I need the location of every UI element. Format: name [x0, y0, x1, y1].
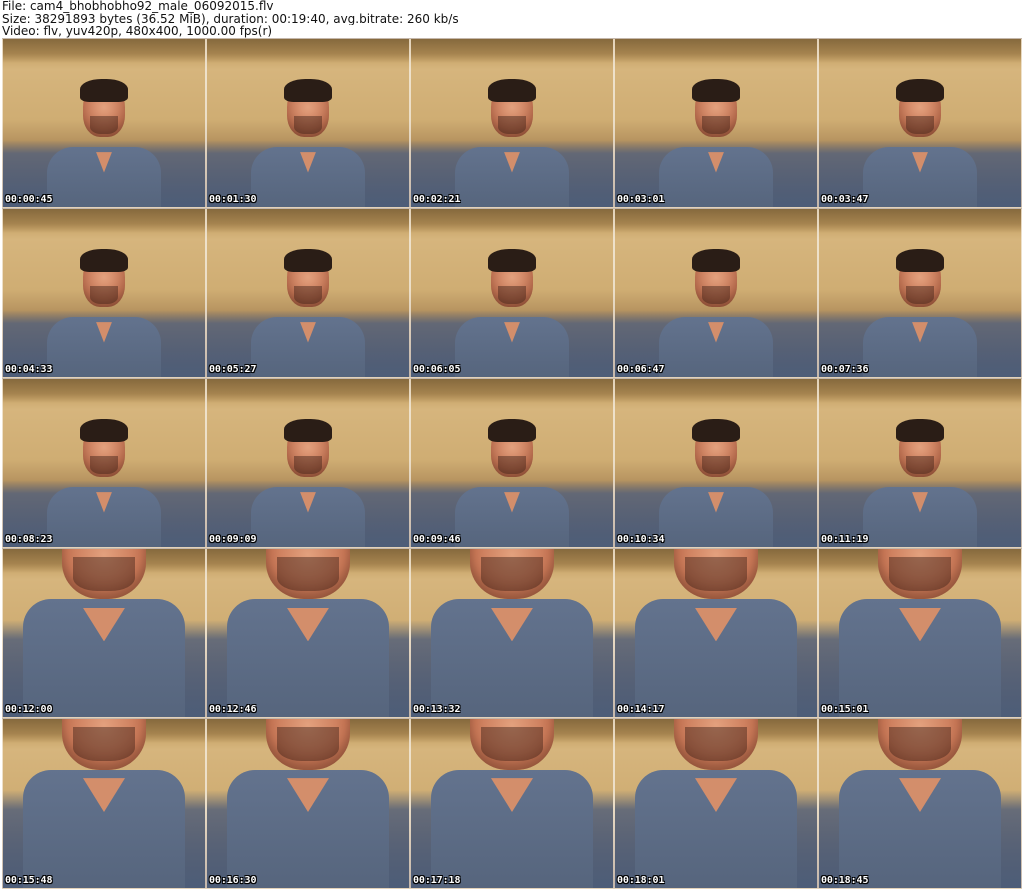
person-figure [455, 79, 569, 207]
timestamp-label: 00:05:27 [209, 364, 257, 375]
person-figure [47, 79, 161, 207]
thumbnail-19: 00:14:17 [614, 548, 818, 718]
timestamp-label: 00:17:18 [413, 875, 461, 886]
thumbnail-3: 00:02:21 [410, 38, 614, 208]
person-figure [839, 549, 1001, 717]
timestamp-label: 00:12:00 [5, 704, 53, 715]
timestamp-label: 00:14:17 [617, 704, 665, 715]
timestamp-label: 00:06:05 [413, 364, 461, 375]
video-info-line: Video: flv, yuv420p, 480x400, 1000.00 fp… [2, 25, 273, 38]
thumbnail-10: 00:07:36 [818, 208, 1022, 378]
thumbnail-20: 00:15:01 [818, 548, 1022, 718]
thumbnail-6: 00:04:33 [2, 208, 206, 378]
person-figure [659, 79, 773, 207]
person-figure [251, 79, 365, 207]
timestamp-label: 00:13:32 [413, 704, 461, 715]
person-figure [431, 719, 593, 888]
timestamp-label: 00:10:34 [617, 534, 665, 545]
thumbnail-11: 00:08:23 [2, 378, 206, 548]
thumbnail-21: 00:15:48 [2, 718, 206, 889]
thumbnail-25: 00:18:45 [818, 718, 1022, 889]
thumbnail-9: 00:06:47 [614, 208, 818, 378]
thumbnail-13: 00:09:46 [410, 378, 614, 548]
thumbnail-22: 00:16:30 [206, 718, 410, 889]
thumbnail-17: 00:12:46 [206, 548, 410, 718]
thumbnail-4: 00:03:01 [614, 38, 818, 208]
thumbnail-23: 00:17:18 [410, 718, 614, 889]
timestamp-label: 00:06:47 [617, 364, 665, 375]
person-figure [227, 549, 389, 717]
person-figure [47, 249, 161, 377]
timestamp-label: 00:08:23 [5, 534, 53, 545]
person-figure [659, 419, 773, 547]
thumbnail-5: 00:03:47 [818, 38, 1022, 208]
person-figure [839, 719, 1001, 888]
timestamp-label: 00:15:01 [821, 704, 869, 715]
timestamp-label: 00:01:30 [209, 194, 257, 205]
timestamp-label: 00:18:01 [617, 875, 665, 886]
person-figure [863, 79, 977, 207]
thumbnail-24: 00:18:01 [614, 718, 818, 889]
thumbnail-18: 00:13:32 [410, 548, 614, 718]
file-info-header: File: cam4_bhobhobho92_male_06092015.flv… [2, 0, 1022, 38]
thumbnail-grid: 00:00:45 00:01:30 00:02:21 00:03:01 00:0… [2, 38, 1023, 889]
thumbnail-12: 00:09:09 [206, 378, 410, 548]
timestamp-label: 00:03:47 [821, 194, 869, 205]
timestamp-label: 00:02:21 [413, 194, 461, 205]
timestamp-label: 00:15:48 [5, 875, 53, 886]
person-figure [863, 419, 977, 547]
person-figure [863, 249, 977, 377]
person-figure [23, 719, 185, 888]
thumbnail-2: 00:01:30 [206, 38, 410, 208]
timestamp-label: 00:09:46 [413, 534, 461, 545]
timestamp-label: 00:18:45 [821, 875, 869, 886]
person-figure [659, 249, 773, 377]
timestamp-label: 00:12:46 [209, 704, 257, 715]
timestamp-label: 00:11:19 [821, 534, 869, 545]
person-figure [635, 719, 797, 888]
thumbnail-15: 00:11:19 [818, 378, 1022, 548]
thumbnail-14: 00:10:34 [614, 378, 818, 548]
file-name-line: File: cam4_bhobhobho92_male_06092015.flv [2, 0, 274, 13]
thumbnail-8: 00:06:05 [410, 208, 614, 378]
person-figure [227, 719, 389, 888]
timestamp-label: 00:04:33 [5, 364, 53, 375]
person-figure [251, 419, 365, 547]
timestamp-label: 00:03:01 [617, 194, 665, 205]
timestamp-label: 00:16:30 [209, 875, 257, 886]
person-figure [47, 419, 161, 547]
person-figure [455, 419, 569, 547]
thumbnail-7: 00:05:27 [206, 208, 410, 378]
thumbnail-16: 00:12:00 [2, 548, 206, 718]
person-figure [431, 549, 593, 717]
person-figure [23, 549, 185, 717]
timestamp-label: 00:09:09 [209, 534, 257, 545]
timestamp-label: 00:00:45 [5, 194, 53, 205]
file-size-line: Size: 38291893 bytes (36.52 MiB), durati… [2, 12, 459, 26]
person-figure [635, 549, 797, 717]
person-figure [455, 249, 569, 377]
thumbnail-1: 00:00:45 [2, 38, 206, 208]
timestamp-label: 00:07:36 [821, 364, 869, 375]
person-figure [251, 249, 365, 377]
